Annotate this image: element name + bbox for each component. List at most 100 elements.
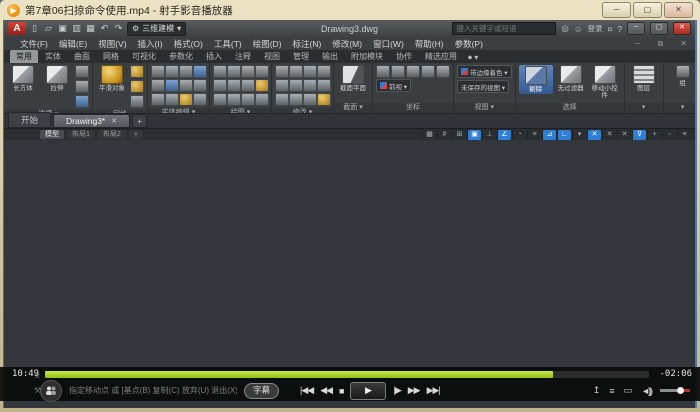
ribbon-tool-icon <box>289 79 303 92</box>
docwin-close-icon: ✕ <box>680 39 687 48</box>
culling-label: 剔除 <box>529 86 542 93</box>
menu-insert: 插入(I) <box>138 38 163 50</box>
panel-selection: 剔除 无过滤器 移动小控件 选择 <box>516 63 625 113</box>
ribbon-tool-icon <box>289 93 303 106</box>
layout-tab-2: 布局2 <box>98 130 126 139</box>
ucs-view-value: 前视 ▾ <box>389 81 407 91</box>
open-media-icon[interactable]: ↥ <box>593 385 601 396</box>
layout-tab-model: 模型 <box>40 130 64 139</box>
named-view-value: 未保存的视图 ▾ <box>461 82 505 92</box>
smooth-object-icon <box>101 65 123 84</box>
ribbon: 长方体 拉伸 建模 ▾ 平滑对象 网格 实体编辑 ▾ <box>4 63 695 114</box>
ribbon-tool-icon <box>241 79 255 92</box>
close-button[interactable]: ✕ <box>664 2 693 18</box>
next-button[interactable]: ▶▶| <box>427 385 440 396</box>
panel-label: ▾ <box>625 103 663 113</box>
filter-dropdown: 无过滤器 <box>555 65 587 92</box>
ribbon-tool-icon <box>193 93 207 106</box>
ribbon-tool-icon <box>303 65 317 78</box>
ucs-tool-icon <box>406 65 420 78</box>
rewind-button[interactable]: ◀◀ <box>320 385 332 396</box>
visual-style-dropdown: 带边缘着色 ▾ <box>457 65 512 78</box>
workspace-switcher: ⚙ 三维建模 ▾ <box>127 22 186 36</box>
tab-annotate: 注释 <box>229 50 257 63</box>
previous-button[interactable]: |◀◀ <box>300 385 313 396</box>
status-icon: ▣ <box>467 130 481 140</box>
volume-knob[interactable] <box>677 387 684 394</box>
tab-solid: 实体 <box>39 50 67 63</box>
fast-forward-button[interactable]: ▶▶ <box>408 385 420 396</box>
volume-slider[interactable] <box>660 389 690 392</box>
panel-layers: 图层 ▾ <box>625 63 664 113</box>
ribbon-tool-icon <box>241 93 255 106</box>
ribbon-tool-icon <box>227 65 241 78</box>
tab-mesh: 网格 <box>97 50 125 63</box>
tab-view: 视图 <box>258 50 286 63</box>
video-display[interactable]: A ▯ ▱ ▣ ▥ ▦ ↶ ↷ ⚙ 三维建模 ▾ Drawing3.dwg ◎ … <box>3 20 697 408</box>
fullscreen-icon: ≡ <box>677 130 691 140</box>
extrude-icon <box>46 65 68 84</box>
ribbon-tool-icon <box>193 65 207 78</box>
panel-solid-editing: 实体编辑 ▾ <box>148 63 210 113</box>
box-label: 长方体 <box>13 85 33 92</box>
acad-statusbar: 模型 布局1 布局2 + ▦ # ⊞ ▣ ⊥ ∠ ◔ ≡ ⊿ ∟ ▾ ✕ ✕ ✕… <box>4 128 695 140</box>
stop-button[interactable]: ■ <box>339 386 343 396</box>
ribbon-overflow-icon: ⏺ ▾ <box>468 53 478 63</box>
smooth-object-label: 平滑对象 <box>99 85 125 92</box>
seek-bar[interactable] <box>45 371 649 378</box>
seek-bar-fill <box>45 371 553 378</box>
gear-icon: ⚙ <box>132 24 139 33</box>
panel-groups: 组 ▾ <box>664 63 695 113</box>
ribbon-tool-icon <box>255 65 269 78</box>
volume-fill <box>660 389 677 392</box>
right-controls: ↥ ≡ ▭ ◄))) <box>593 385 690 396</box>
ribbon-tool-icon <box>179 93 193 106</box>
extrude-label: 拉伸 <box>51 85 64 92</box>
menu-dimension: 标注(N) <box>293 38 322 50</box>
status-icon: ≡ <box>527 130 541 140</box>
panel-label: 视图 ▾ <box>454 103 515 113</box>
move-gizmo-label: 移动小控件 <box>589 85 621 99</box>
visual-style-icon <box>461 68 468 75</box>
box-icon <box>12 65 34 84</box>
playlist-icon[interactable]: ≡ <box>609 386 614 396</box>
ribbon-tool-icon <box>227 79 241 92</box>
ribbon-tool-icon <box>213 65 227 78</box>
layer-properties-tool: 图层 <box>628 65 660 92</box>
ucs-view-dropdown: 前视 ▾ <box>376 79 411 92</box>
tab-manage: 管理 <box>287 50 315 63</box>
snapshot-icon[interactable]: ▭ <box>624 385 633 396</box>
ribbon-tool-icon <box>303 79 317 92</box>
menu-window: 窗口(W) <box>373 38 404 50</box>
tab-collaborate: 协作 <box>390 50 418 63</box>
maximize-button[interactable]: ▢ <box>633 2 662 18</box>
acad-titlebar: A ▯ ▱ ▣ ▥ ▦ ↶ ↷ ⚙ 三维建模 ▾ Drawing3.dwg ◎ … <box>4 20 695 37</box>
ribbon-tool-icon <box>275 93 289 106</box>
subtitle-button[interactable]: 字幕 <box>244 383 279 399</box>
panel-modify: 修改 ▾ <box>272 63 334 113</box>
ribbon-tool-icon <box>255 79 269 92</box>
play-button[interactable]: ▶ <box>350 382 386 400</box>
ribbon-tool-icon <box>151 65 165 78</box>
volume-icon[interactable]: ◄))) <box>641 386 651 396</box>
overlay-close-icon: ✕ <box>34 372 41 381</box>
panel-mesh: 平滑对象 网格 <box>93 63 148 113</box>
plot-icon: ▦ <box>85 23 96 34</box>
ribbon-tool-icon <box>317 65 331 78</box>
minimize-button[interactable]: ─ <box>602 2 631 18</box>
section-plane-icon <box>342 65 364 84</box>
ribbon-tool-icon <box>227 93 241 106</box>
step-button[interactable]: |▶ <box>393 385 400 396</box>
ribbon-tool-icon <box>75 65 89 78</box>
file-tab-label: Drawing3* <box>66 116 105 126</box>
culling-toggle: 剔除 <box>519 65 553 94</box>
remaining-time: -02:06 <box>659 369 692 379</box>
saveas-icon: ▥ <box>71 23 82 34</box>
signin-label: 登录 <box>588 23 603 34</box>
3dsnap-icon: ∟ <box>557 130 571 140</box>
ribbon-tool-icon <box>303 93 317 106</box>
community-button[interactable] <box>40 380 62 402</box>
ribbon-tool-icon <box>213 93 227 106</box>
layers-icon <box>633 65 655 84</box>
group-label: 组 <box>679 80 686 87</box>
